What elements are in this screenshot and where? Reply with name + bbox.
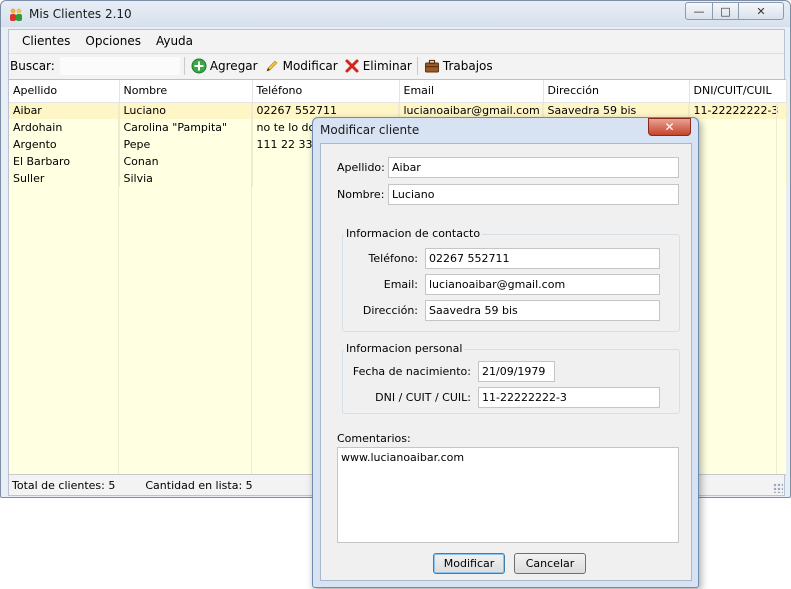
dialog-close-button[interactable]: ✕ [648, 118, 691, 136]
telefono-label: Teléfono: [368, 252, 418, 265]
toolbar-separator [183, 57, 185, 75]
apellido-label: Apellido: [337, 161, 385, 174]
table-cell: Silvia [119, 170, 253, 187]
table-cell: Suller [9, 170, 120, 187]
toolbar-separator [416, 57, 418, 75]
telefono-field[interactable] [425, 248, 660, 269]
toolbar: Buscar: Agregar Modificar Eliminar Traba… [9, 53, 784, 78]
column-header-direccion[interactable]: Dirección [543, 80, 690, 103]
dialog-title: Modificar cliente [320, 123, 420, 137]
add-button[interactable]: Agregar [188, 55, 261, 77]
dni-label: DNI / CUIT / CUIL: [375, 391, 471, 404]
table-header: Apellido Nombre Teléfono Email Dirección… [9, 80, 787, 103]
direccion-label: Dirección: [362, 304, 418, 317]
email-field[interactable] [425, 274, 660, 295]
pencil-icon [266, 60, 278, 72]
apellido-field[interactable] [388, 157, 679, 178]
table-cell [689, 119, 787, 136]
status-total-clients: Total de clientes: 5 [12, 479, 116, 492]
edit-button[interactable]: Modificar [261, 55, 341, 77]
status-list-count: Cantidad en lista: 5 [145, 479, 253, 492]
table-cell [689, 153, 787, 170]
nombre-field[interactable] [388, 184, 679, 205]
table-cell [689, 170, 787, 187]
comentarios-label: Comentarios: [337, 432, 411, 445]
table-cell: Aibar [9, 102, 120, 119]
table-cell: Conan [119, 153, 253, 170]
column-divider [251, 103, 252, 474]
comentarios-field[interactable]: www.lucianoaibar.com [337, 447, 679, 543]
menu-clientes[interactable]: Clientes [15, 30, 78, 52]
dni-field[interactable] [478, 387, 660, 408]
resize-grip-icon[interactable] [773, 483, 783, 493]
table-cell: Argento [9, 136, 120, 153]
close-icon: ✕ [664, 120, 675, 134]
direccion-field[interactable] [425, 300, 660, 321]
column-header-apellido[interactable]: Apellido [9, 80, 120, 103]
column-divider [776, 103, 777, 474]
personal-group-title: Informacion personal [344, 342, 465, 355]
add-button-label: Agregar [209, 59, 258, 73]
column-divider [118, 103, 119, 474]
nombre-label: Nombre: [337, 188, 385, 201]
jobs-button[interactable]: Trabajos [421, 55, 496, 77]
window-title: Mis Clientes 2.10 [29, 7, 132, 21]
red-x-icon [345, 59, 359, 73]
search-input[interactable] [58, 56, 181, 76]
delete-button[interactable]: Eliminar [341, 55, 415, 77]
delete-button-label: Eliminar [362, 59, 412, 73]
column-header-nombre[interactable]: Nombre [119, 80, 253, 103]
menu-opciones[interactable]: Opciones [78, 30, 149, 52]
close-button[interactable]: ✕ [738, 2, 784, 20]
contact-group-title: Informacion de contacto [344, 227, 483, 240]
menubar: Clientes Opciones Ayuda [9, 30, 784, 52]
table-cell: Luciano [119, 102, 253, 119]
dialog-body: Apellido: Nombre: Informacion de contact… [320, 143, 692, 581]
table-cell: El Barbaro [9, 153, 120, 170]
column-header-dni[interactable]: DNI/CUIT/CUIL [689, 80, 787, 103]
plus-circle-icon [191, 58, 207, 74]
maximize-icon: □ [720, 4, 731, 18]
column-header-email[interactable]: Email [399, 80, 544, 103]
edit-button-label: Modificar [282, 59, 338, 73]
title-bar: Mis Clientes 2.10 — □ ✕ [1, 1, 790, 27]
table-cell: 11-22222222-3 [689, 102, 787, 119]
minimize-icon: — [693, 4, 705, 18]
fecha-nacimiento-label: Fecha de nacimiento: [352, 365, 471, 378]
table-cell: Carolina "Pampita" [119, 119, 253, 136]
maximize-button[interactable]: □ [712, 2, 739, 20]
cancelar-button[interactable]: Cancelar [514, 553, 586, 574]
email-label: Email: [383, 278, 418, 291]
briefcase-icon [424, 59, 439, 73]
search-label: Buscar: [10, 59, 55, 73]
minimize-button[interactable]: — [685, 2, 713, 20]
app-people-icon [10, 8, 22, 21]
column-header-telefono[interactable]: Teléfono [252, 80, 400, 103]
modify-client-dialog: Modificar cliente ✕ Apellido: Nombre: In… [312, 117, 699, 588]
table-cell [689, 136, 787, 153]
table-cell: Pepe [119, 136, 253, 153]
fecha-nacimiento-field[interactable] [478, 361, 555, 382]
modificar-button[interactable]: Modificar [433, 553, 505, 574]
table-cell: Ardohain [9, 119, 120, 136]
menu-ayuda[interactable]: Ayuda [149, 30, 201, 52]
close-icon: ✕ [756, 4, 766, 18]
jobs-button-label: Trabajos [442, 59, 493, 73]
